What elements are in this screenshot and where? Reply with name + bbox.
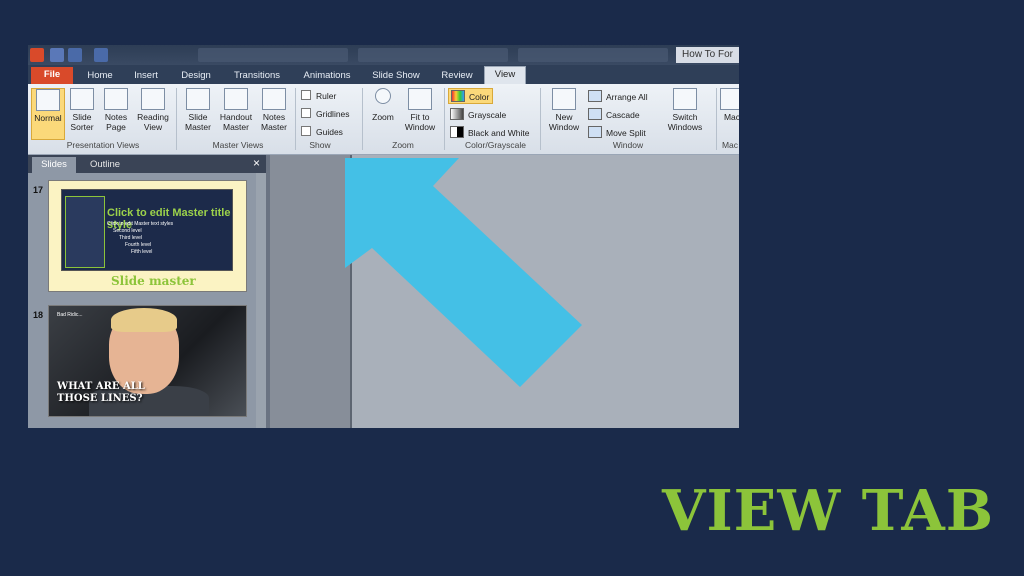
arrow-shape (345, 158, 582, 387)
slide-heading: VIEW TAB (662, 478, 995, 544)
